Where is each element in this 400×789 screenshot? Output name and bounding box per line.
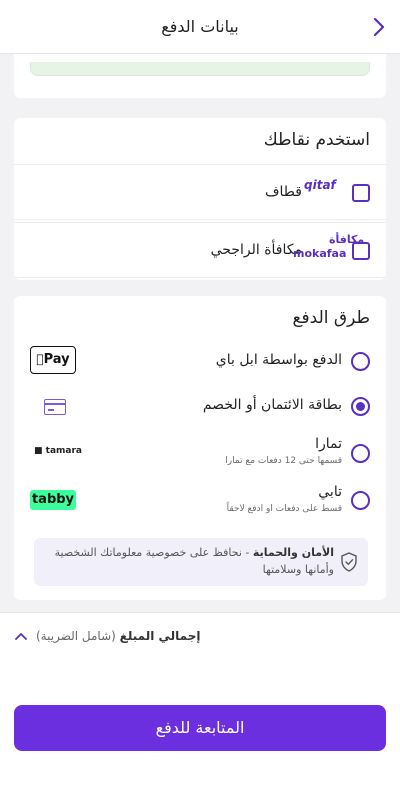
security-notice: الأمان والحماية - نحافظ على خصوصية معلوم… [34, 538, 368, 586]
card-label: بطاقة الائتمان أو الخصم [202, 397, 342, 413]
mokafaa-logo-ar: مكافأة [329, 233, 365, 246]
continue-to-payment-button[interactable]: المتابعة للدفع [14, 705, 386, 751]
previous-section-panel [14, 54, 386, 98]
tabby-label: تابي [318, 484, 342, 500]
qitaf-label: قطاف [265, 184, 302, 200]
tax-note: (شامل الضريبة) [36, 629, 116, 643]
total-row[interactable]: إجمالي المبلغ (شامل الضريبة) [0, 627, 400, 647]
tabby-radio[interactable] [351, 491, 370, 510]
shield-check-icon [341, 552, 357, 572]
payment-method-card[interactable]: بطاقة الائتمان أو الخصم [14, 388, 386, 428]
total-label: إجمالي المبلغ (شامل الضريبة) [36, 629, 200, 643]
page-title: بيانات الدفع [161, 17, 239, 36]
points-title: استخدم نقاطك [263, 130, 370, 150]
tamara-radio[interactable] [351, 444, 370, 463]
success-strip [30, 62, 370, 76]
applepay-logo-text: Pay [39, 352, 70, 367]
payment-methods-panel: طرق الدفع الدفع بواسطة ابل باي Pay بطاق… [14, 296, 386, 600]
payment-title: طرق الدفع [292, 308, 370, 328]
header-bar: بيانات الدفع [0, 0, 400, 54]
apple-icon:  [36, 352, 43, 366]
tamara-label: تمارا [315, 436, 342, 452]
points-option-qitaf[interactable]: قطاف qitaf [14, 164, 386, 220]
checkout-footer: إجمالي المبلغ (شامل الضريبة) المتابعة لل… [0, 612, 400, 789]
security-text: الأمان والحماية - نحافظ على خصوصية معلوم… [44, 544, 334, 578]
qitaf-checkbox[interactable] [352, 184, 370, 202]
payment-method-applepay[interactable]: الدفع بواسطة ابل باي Pay [14, 342, 386, 382]
applepay-logo: Pay [30, 346, 76, 374]
points-panel: استخدم نقاطك قطاف qitaf مكافأة الراجحي م… [14, 118, 386, 280]
mokafaa-label: مكافأة الراجحي [210, 242, 302, 258]
points-option-mokafaa[interactable]: مكافأة الراجحي مكافأة mokafaa [14, 222, 386, 278]
security-text-bold: الأمان والحماية [252, 546, 334, 559]
chevron-right-icon[interactable] [368, 14, 390, 40]
card-radio[interactable] [351, 397, 370, 416]
tamara-logo: ■ tamara [34, 446, 82, 456]
applepay-label: الدفع بواسطة ابل باي [215, 352, 342, 368]
total-label-text: إجمالي المبلغ [119, 629, 201, 643]
payment-method-tamara[interactable]: تمارا قسمها حتى 12 دفعات مع تمارا ■ tama… [14, 434, 386, 478]
tamara-sublabel: قسمها حتى 12 دفعات مع تمارا [225, 456, 342, 466]
qitaf-logo: qitaf [304, 178, 336, 192]
payment-method-tabby[interactable]: تابي قسط على دفعات او ادفع لاحقاً tabby [14, 482, 386, 526]
tamara-logo-text: tamara [45, 446, 82, 456]
credit-card-icon [44, 399, 66, 415]
applepay-radio[interactable] [351, 352, 370, 371]
tabby-sublabel: قسط على دفعات او ادفع لاحقاً [226, 504, 342, 514]
mokafaa-logo-en: mokafaa [293, 247, 347, 260]
chevron-up-icon[interactable] [14, 629, 28, 643]
tabby-logo: tabby [30, 490, 76, 510]
